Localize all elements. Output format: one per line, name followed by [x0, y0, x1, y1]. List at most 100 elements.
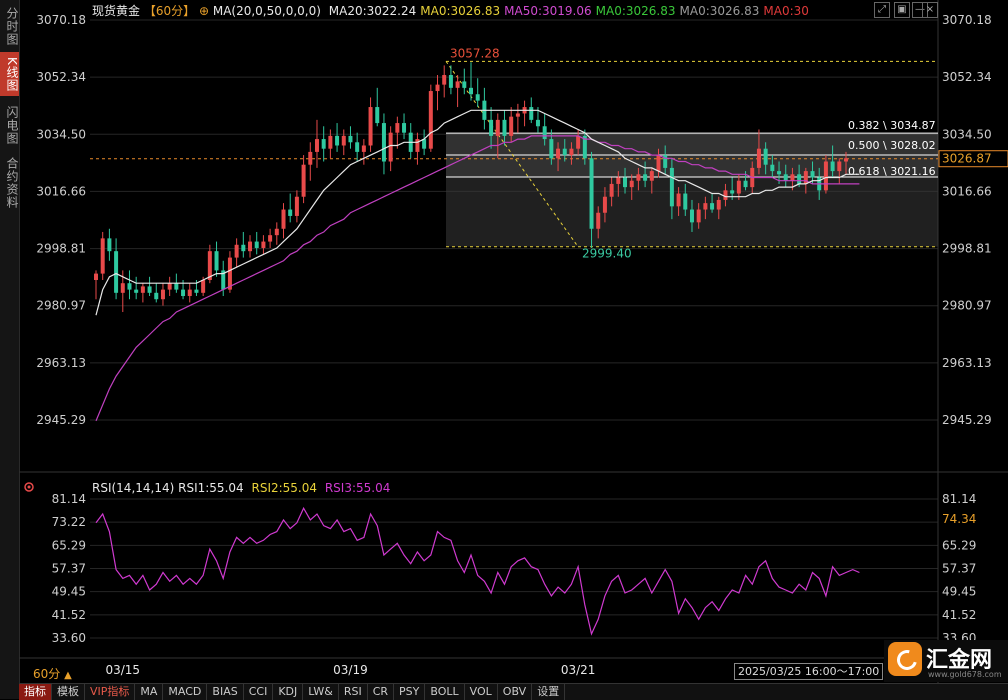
indicator-tab-3[interactable]: MA [135, 684, 164, 700]
candle-body [274, 228, 279, 236]
candle-body [716, 199, 721, 210]
caret-up-icon: ▲ [64, 670, 72, 681]
price-axis-label-right: 3052.34 [942, 70, 992, 84]
ma-legend-item: MA0:3026.83 [420, 4, 501, 18]
candle-body [469, 87, 473, 95]
candle-body [462, 81, 467, 88]
candle-body [335, 135, 340, 146]
candle-body [669, 167, 674, 207]
period-label[interactable]: 【60分】 [144, 4, 195, 18]
candle-body [140, 286, 145, 293]
candle-body [355, 142, 360, 152]
candle-body [535, 119, 540, 127]
candle-body [194, 289, 199, 293]
candle-body [730, 190, 735, 194]
candle-body [127, 283, 132, 290]
indicator-tab-1[interactable]: 模板 [52, 684, 85, 700]
candle-body [609, 183, 614, 197]
indicator-tab-12[interactable]: BOLL [425, 684, 465, 700]
fib-level-label: 0.382 \ 3034.87 [848, 119, 936, 132]
price-axis-label-left: 3016.66 [36, 184, 86, 198]
candle-body [281, 209, 286, 229]
candle-body [100, 238, 105, 274]
candle-body [348, 135, 353, 143]
indicator-tab-5[interactable]: BIAS [207, 684, 244, 700]
candle-body [623, 177, 628, 188]
candle-body [147, 286, 152, 293]
indicator-tab-14[interactable]: OBV [498, 684, 533, 700]
price-axis-label-right: 2945.29 [942, 413, 992, 427]
candle-body [114, 251, 119, 293]
candle-body [428, 91, 433, 149]
close-icon[interactable]: × [922, 2, 938, 18]
price-axis-label-left: 3034.50 [36, 127, 86, 141]
logo-url: www.gold678.com [928, 670, 1002, 679]
rsi-axis-label-left: 73.22 [52, 515, 86, 529]
candle-body [268, 235, 273, 242]
indicator-tab-2[interactable]: VIP指标 [85, 684, 136, 700]
price-axis-label-right: 3070.18 [942, 13, 992, 27]
indicator-tab-6[interactable]: CCI [244, 684, 274, 700]
rsi-axis-label-left: 81.14 [52, 492, 86, 506]
candle-body [375, 107, 380, 124]
candle-body [723, 190, 728, 200]
price-axis-label-right: 3016.66 [942, 184, 992, 198]
ma-legend-item: MA0:3026.83 [595, 4, 676, 18]
candle-body [549, 139, 554, 159]
candle-body [174, 283, 179, 290]
indicator-tab-11[interactable]: PSY [394, 684, 426, 700]
period-indicator[interactable]: 60分 ▲ [33, 665, 72, 682]
rsi1-value: RSI1:55.04 [178, 481, 244, 495]
candle-body [710, 203, 715, 210]
price-axis-label-left: 2963.13 [36, 356, 86, 370]
candle-body [676, 193, 681, 207]
candle-body [743, 180, 748, 188]
restore-icon[interactable]: ⤢ [874, 2, 890, 18]
indicator-tab-15[interactable]: 设置 [532, 684, 566, 700]
rsi-params: RSI(14,14,14) [92, 481, 175, 495]
indicator-tab-9[interactable]: RSI [339, 684, 368, 700]
expand-icon[interactable]: ▣ [894, 2, 910, 18]
rsi-toggle-icon-dot [27, 485, 31, 489]
indicator-tab-4[interactable]: MACD [163, 684, 208, 700]
price-axis-label-right: 2963.13 [942, 356, 992, 370]
price-axis-label-left: 2980.97 [36, 299, 86, 313]
time-range: 2025/03/25 16:00～17:00 [734, 663, 884, 680]
indicator-tab-8[interactable]: LW& [303, 684, 339, 700]
candle-body [783, 174, 788, 181]
ma-legend-item: MA20:3022.24 [328, 4, 417, 18]
candle-body [261, 241, 266, 248]
chart-canvas[interactable]: 3070.18 3070.18 3052.34 3052.34 3034.50 3034.… [0, 0, 1008, 699]
candle-body [777, 171, 782, 175]
candle-body [314, 139, 319, 152]
x-date-label: 03/19 [333, 663, 368, 677]
candle-body [515, 113, 520, 117]
gold678-logo: 汇金网 www.gold678.com [884, 640, 1008, 682]
candle-body [160, 289, 165, 300]
x-date-label: 03/21 [561, 663, 596, 677]
indicator-tab-13[interactable]: VOL [465, 684, 498, 700]
candle-body [756, 148, 761, 168]
rsi-axis-label-right: 41.52 [942, 608, 976, 622]
fib-level-label: 0.618 \ 3021.16 [848, 165, 936, 178]
price-axis-label-right: 2998.81 [942, 242, 992, 256]
candle-body [254, 241, 259, 248]
candle-body [422, 139, 427, 149]
candle-body [797, 174, 802, 184]
indicator-tab-0[interactable]: 指标 [19, 684, 52, 700]
candle-body [736, 180, 741, 194]
rsi-header: RSI(14,14,14) RSI1:55.04 RSI2:55.04 RSI3… [92, 481, 390, 495]
candle-body [810, 171, 815, 178]
indicator-tab-7[interactable]: KDJ [273, 684, 304, 700]
rsi-axis-label-left: 49.45 [52, 585, 86, 599]
candle-body [556, 148, 561, 159]
rsi-axis-label-right: 49.45 [942, 585, 976, 599]
rsi-axis-label-left: 65.29 [52, 538, 86, 552]
gear-icon[interactable]: ⊕ [199, 4, 209, 18]
ma-legend-item: MA50:3019.06 [504, 4, 592, 18]
rsi-axis-label-right: 65.29 [942, 538, 976, 552]
candle-body [616, 177, 621, 184]
candle-body [321, 139, 326, 149]
candle-body [495, 119, 500, 136]
indicator-tab-10[interactable]: CR [368, 684, 395, 700]
